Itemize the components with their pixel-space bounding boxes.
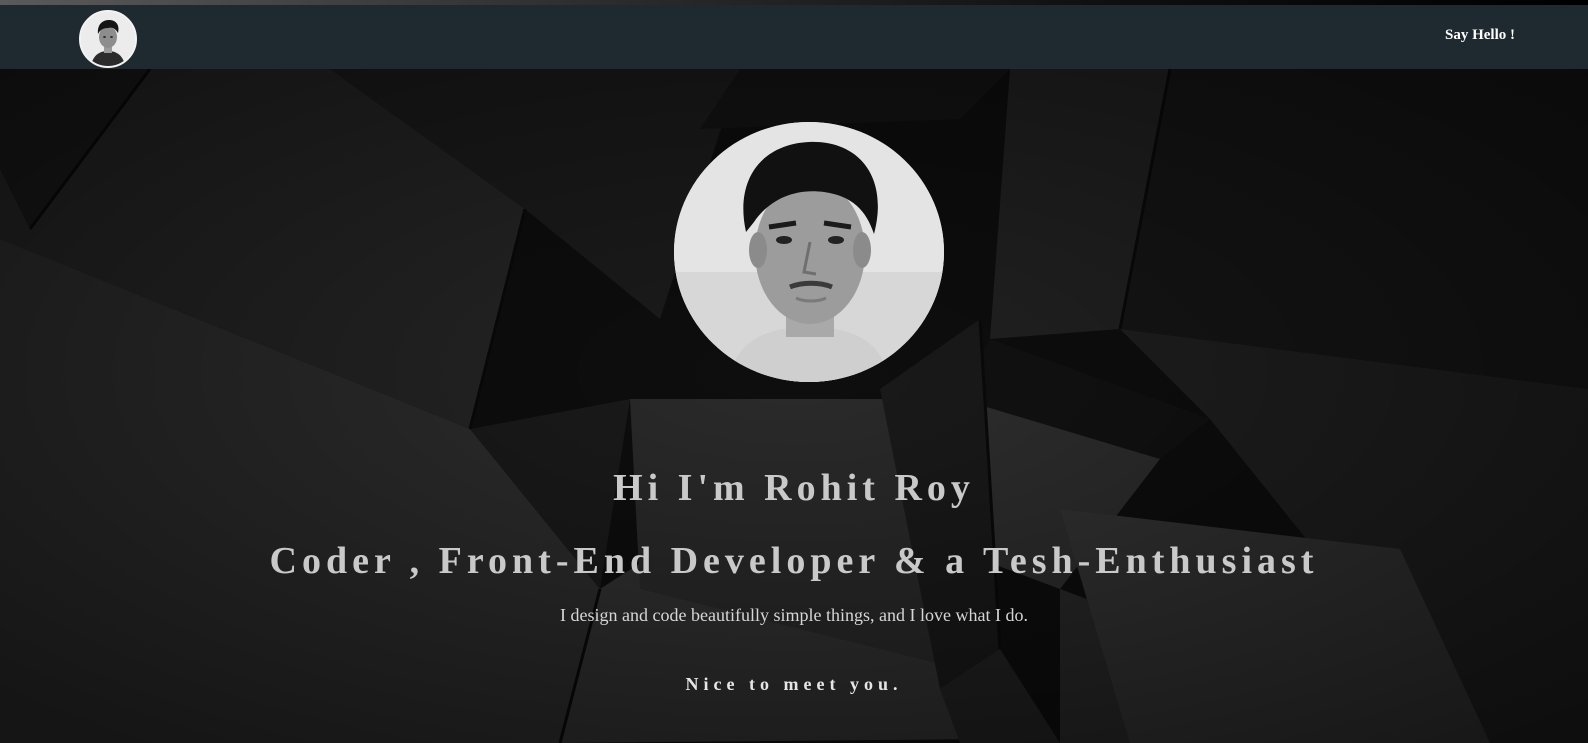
hero-tagline: Coder , Front-End Developer & a Tesh-Ent…	[269, 540, 1319, 582]
nav-avatar[interactable]	[79, 10, 137, 68]
hero-closing: Nice to meet you.	[685, 674, 903, 694]
hero-description: I design and code beautifully simple thi…	[560, 605, 1028, 625]
hero-section: Hi I'm Rohit Roy Coder , Front-End Devel…	[0, 69, 1588, 743]
say-hello-link[interactable]: Say Hello !	[1445, 27, 1515, 44]
person-portrait-icon	[674, 122, 944, 382]
person-portrait-icon	[81, 12, 135, 66]
navbar: Say Hello !	[0, 5, 1588, 69]
hero-greeting: Hi I'm Rohit Roy	[613, 467, 975, 509]
hero-portrait	[674, 122, 944, 382]
